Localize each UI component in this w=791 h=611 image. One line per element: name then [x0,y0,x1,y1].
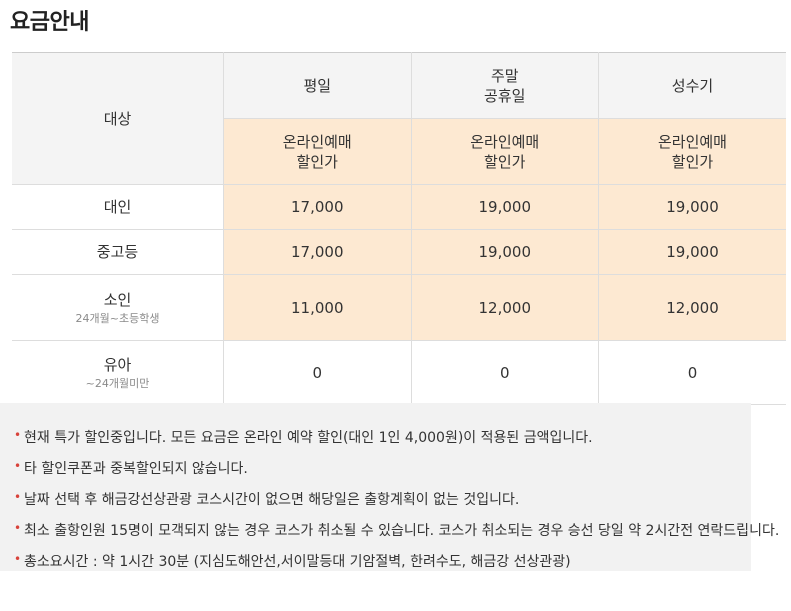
bullet-icon: • [14,428,22,442]
notice-item: • 최소 출항인원 15명이 모객되지 않는 경우 코스가 취소될 수 있습니다.… [14,521,784,542]
discount-line1: 온라인예매 [282,132,352,151]
header-holiday-label: 공휴일 [484,86,526,105]
row-label: 대인 [12,184,224,230]
row-sublabel: 24개월~초등학생 [75,311,160,325]
price-cell: 17,000 [223,229,412,275]
notice-text: 최소 출항인원 15명이 모객되지 않는 경우 코스가 취소될 수 있습니다. … [24,523,780,539]
row-label-text: 소인 [103,290,132,309]
row-sublabel: ~24개월미만 [85,376,150,390]
discount-line2: 할인가 [671,152,714,171]
notice-item: • 현재 특가 할인중입니다. 모든 요금은 온라인 예약 할인(대인 1인 4,… [14,428,784,449]
discount-line2: 할인가 [296,152,338,171]
table-row: 유아 ~24개월미만 0 0 0 [12,340,786,405]
bullet-icon: • [14,459,22,473]
discount-line1: 온라인예매 [657,132,727,151]
page-title: 요금안내 [10,10,89,35]
notice-text: 타 할인쿠폰과 중복할인되지 않습니다. [24,461,248,477]
row-label: 중고등 [12,229,224,275]
price-cell: 19,000 [410,184,599,230]
notice-item: • 날짜 선택 후 해금강선상관광 코스시간이 없으면 해당일은 출항계획이 없는… [14,490,784,511]
fee-table: 대상 평일 주말 공휴일 성수기 온라인예매 할인가 온라인예매 할인가 온라인… [12,52,786,405]
notice-list: • 현재 특가 할인중입니다. 모든 요금은 온라인 예약 할인(대인 1인 4,… [14,428,784,583]
price-cell: 11,000 [223,274,412,341]
header-weekday: 평일 [223,52,412,119]
header-discount: 온라인예매 할인가 [598,118,786,185]
bullet-icon: • [14,521,22,535]
notice-text: 날짜 선택 후 해금강선상관광 코스시간이 없으면 해당일은 출항계획이 없는 … [24,492,520,508]
price-cell: 0 [410,340,599,405]
table-row: 대인 17,000 19,000 19,000 [12,184,786,230]
price-cell: 19,000 [598,184,786,230]
header-discount: 온라인예매 할인가 [223,118,412,185]
notice-item: • 타 할인쿠폰과 중복할인되지 않습니다. [14,459,784,480]
table-row: 소인 24개월~초등학생 11,000 12,000 12,000 [12,274,786,341]
header-peak: 성수기 [598,52,786,119]
header-target: 대상 [12,52,224,185]
notice-text: 현재 특가 할인중입니다. 모든 요금은 온라인 예약 할인(대인 1인 4,0… [24,430,593,446]
bullet-icon: • [14,490,22,504]
row-label: 소인 24개월~초등학생 [12,274,224,341]
price-cell: 12,000 [598,274,786,341]
price-cell: 19,000 [598,229,786,275]
header-discount: 온라인예매 할인가 [410,118,599,185]
header-weekend-label: 주말 [490,66,519,85]
row-label-text: 대인 [103,198,132,216]
header-weekday-label: 평일 [303,76,332,95]
price-cell: 0 [223,340,412,405]
notice-text: 총소요시간 : 약 1시간 30분 (지심도해안선,서이말등대 기암절벽, 한려… [24,554,571,570]
price-cell: 19,000 [410,229,599,275]
price-cell: 0 [598,340,786,405]
row-label-text: 중고등 [96,243,139,261]
bullet-icon: • [14,552,22,566]
header-peak-label: 성수기 [671,76,714,95]
table-row: 중고등 17,000 19,000 19,000 [12,229,786,275]
discount-line1: 온라인예매 [470,132,540,151]
discount-line2: 할인가 [484,152,526,171]
price-cell: 12,000 [410,274,599,341]
row-label: 유아 ~24개월미만 [12,340,224,405]
notice-item: • 총소요시간 : 약 1시간 30분 (지심도해안선,서이말등대 기암절벽, 한… [14,552,784,573]
header-weekend: 주말 공휴일 [410,52,599,119]
row-label-text: 유아 [103,355,132,374]
price-cell: 17,000 [223,184,412,230]
